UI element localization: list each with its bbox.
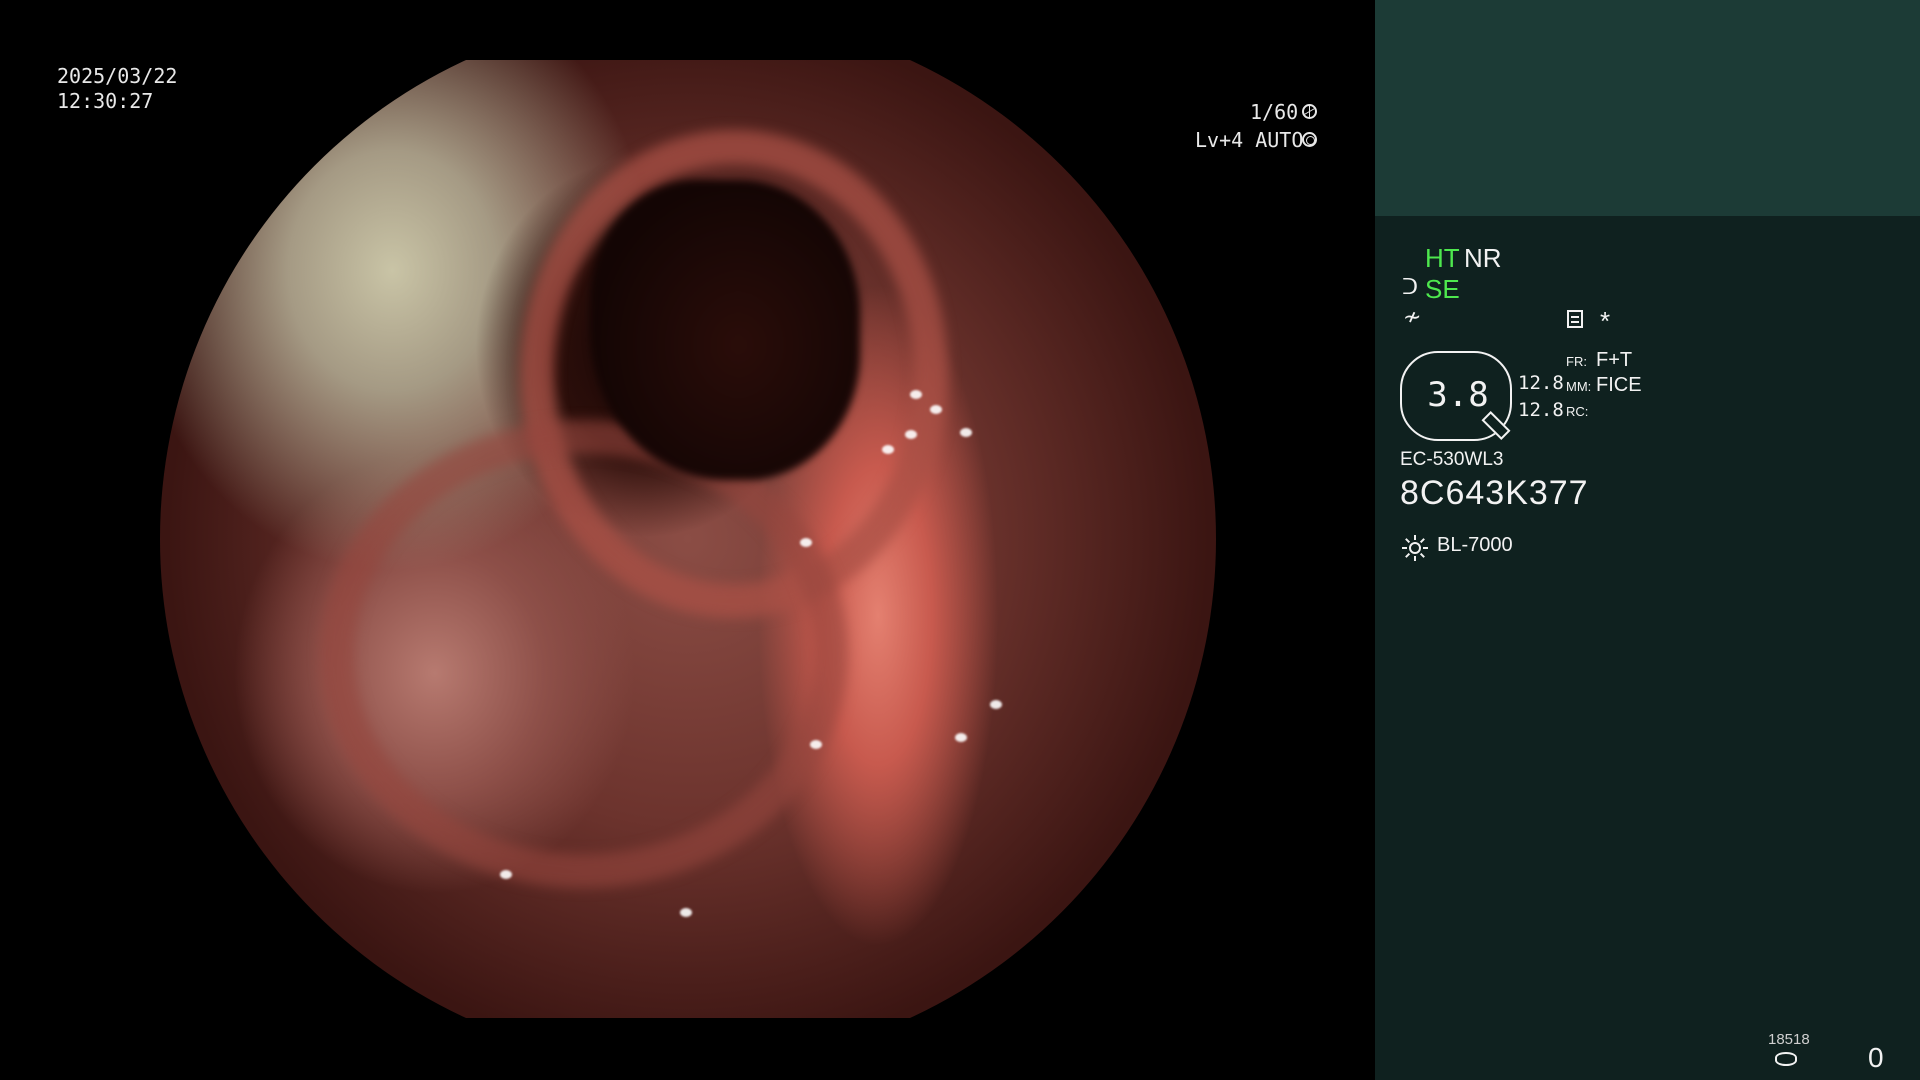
light-source-model: BL-7000 <box>1437 534 1513 556</box>
storage-count: 18518 <box>1768 1031 1810 1048</box>
scope-model: EC-530WL3 <box>1400 449 1504 470</box>
panel-header-block <box>1375 0 1920 216</box>
shutter-speed-readout: 1/60 <box>1250 100 1299 124</box>
brightness-value: 3.8 <box>1427 375 1489 415</box>
endoscopy-screen: 2025/03/22 12:30:27 1/60 Lv+4 AUTO HT NR… <box>0 0 1920 1080</box>
fr-key: FR: <box>1566 354 1587 369</box>
brightness-gauge: 3.8 <box>1400 351 1512 441</box>
light-reflection <box>810 740 822 749</box>
storage-icon <box>1775 1052 1797 1066</box>
light-reflection <box>960 428 972 437</box>
se-indicator: SE <box>1425 274 1460 304</box>
mm-key: MM: <box>1566 379 1592 394</box>
light-reflection <box>905 430 917 439</box>
info-panel: HT NR ᑐ SE ≁ * 3.8 12.8 12.8 FR: F+T MM:… <box>1375 0 1920 1080</box>
shutter-icon <box>1302 104 1317 119</box>
light-reflection <box>930 405 942 414</box>
mm-value: FICE <box>1596 374 1642 396</box>
time-readout: 12:30:27 <box>57 89 154 113</box>
rc-key: RC: <box>1566 404 1589 419</box>
endoscope-video-area: 2025/03/22 12:30:27 1/60 Lv+4 AUTO <box>0 0 1375 1080</box>
asterisk-indicator: * <box>1600 306 1611 336</box>
light-reflection <box>990 700 1002 709</box>
gauge-handle-icon <box>1481 411 1511 440</box>
light-reflection <box>955 733 967 742</box>
edge-icon: ≁ <box>1403 304 1422 329</box>
lumen <box>590 180 860 480</box>
light-reflection <box>500 870 512 879</box>
light-reflection <box>910 390 922 399</box>
value-readout-bottom: 12.8 <box>1518 399 1564 421</box>
endoscope-live-image <box>160 60 1216 1018</box>
exposure-readout: Lv+4 AUTO <box>1195 128 1304 152</box>
date-readout: 2025/03/22 <box>57 64 178 88</box>
capture-count: 0 <box>1868 1042 1884 1073</box>
ht-indicator: HT <box>1425 243 1460 273</box>
light-reflection <box>680 908 692 917</box>
scope-serial-number: 8C643K377 <box>1400 474 1589 512</box>
value-readout-top: 12.8 <box>1518 372 1564 394</box>
structure-enhance-icon: ᑐ <box>1402 274 1419 299</box>
fr-value: F+T <box>1596 349 1633 371</box>
light-reflection <box>800 538 812 547</box>
light-reflection <box>882 445 894 454</box>
iris-icon <box>1302 132 1317 147</box>
lamp-icon <box>1402 535 1428 561</box>
nr-indicator: NR <box>1464 243 1502 273</box>
light-reflection <box>270 910 282 919</box>
mucosal-fold <box>320 420 848 888</box>
memo-icon <box>1567 310 1583 328</box>
